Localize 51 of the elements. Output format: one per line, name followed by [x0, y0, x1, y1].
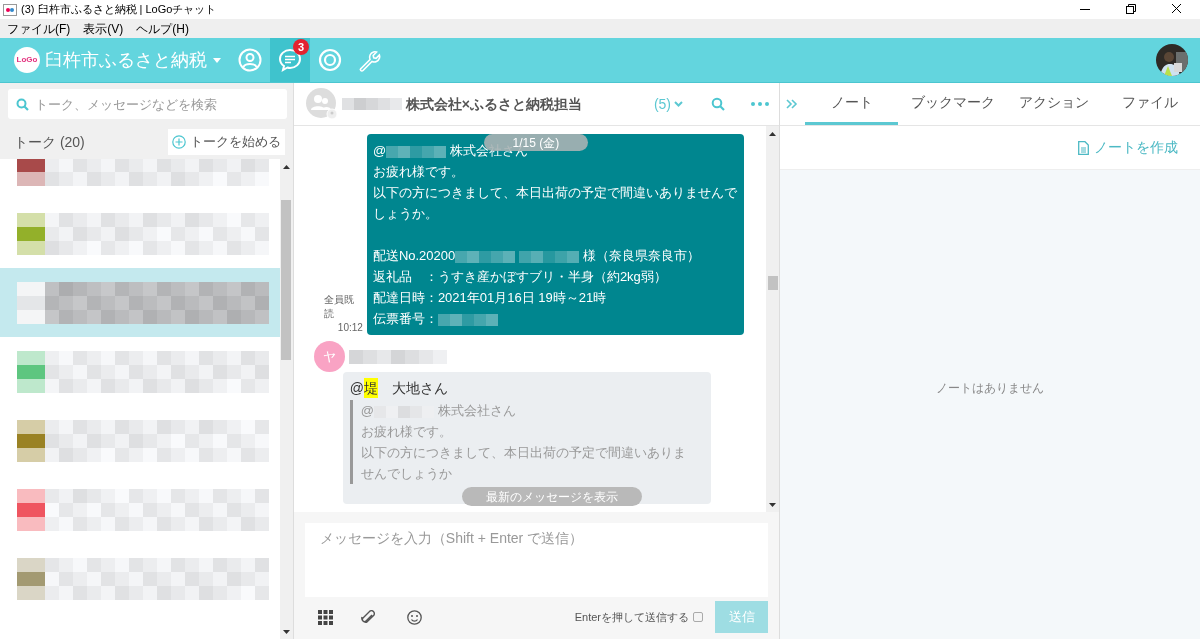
enter-to-send-checkbox[interactable]: [693, 612, 703, 622]
panel-tab[interactable]: ファイル: [1100, 83, 1200, 125]
settings-icon: [358, 48, 382, 72]
section-title: トーク (20): [14, 132, 85, 152]
caret-icon: [213, 57, 221, 63]
app-icon: [3, 3, 17, 16]
scroll-down-icon: [769, 503, 776, 507]
new-talk-button[interactable]: トークを始める: [167, 129, 285, 155]
scrollbar-thumb[interactable]: [281, 200, 292, 360]
search-field[interactable]: トーク、メッセージなどを検索: [8, 89, 287, 119]
scroll-down-icon: [282, 630, 290, 634]
empty-message: ノートはありません: [936, 379, 1044, 397]
user-avatar: ヤ: [313, 341, 345, 372]
nav-tab[interactable]: 3: [270, 38, 310, 82]
blurred-text: [519, 250, 580, 263]
paperclip-icon[interactable]: [360, 609, 375, 625]
scrollbar-thumb[interactable]: [767, 276, 778, 290]
blurred-text: [386, 145, 447, 158]
quoted-message: @ 株式会社さん お疲れ様です。 以下の方につきまして、本日出荷の予定で間違いありませんでしょうか: [349, 400, 690, 484]
blurred-text: [341, 98, 402, 110]
grid-icon[interactable]: [317, 609, 333, 625]
blurred-text: [455, 250, 516, 263]
chevron-down-icon: [674, 101, 683, 107]
scroll-up-icon: [282, 165, 290, 169]
blurred-text: [437, 313, 498, 326]
enter-to-send-label: Enterを押して送信する: [574, 609, 689, 625]
logo: LoGo: [14, 47, 40, 73]
message-time: 10:12: [337, 321, 363, 335]
message-input[interactable]: メッセージを入力（Shift + Enter で送信）: [304, 523, 768, 597]
notification-badge: 3: [293, 39, 309, 55]
more-icon[interactable]: [751, 102, 769, 106]
target-icon: [318, 48, 342, 72]
read-status: 全員既読: [323, 293, 355, 321]
person-icon: [238, 48, 262, 72]
menu-item[interactable]: ファイル(F): [7, 19, 71, 38]
panel-tab[interactable]: ブックマーク: [898, 83, 1008, 125]
panel-tab[interactable]: ノート: [805, 83, 898, 125]
window-title: (3) 臼杵市ふるさと納税 | LoGoチャット: [21, 2, 217, 18]
search-icon[interactable]: [711, 97, 725, 111]
scrollbar[interactable]: [766, 126, 779, 512]
plus-icon: [171, 135, 186, 149]
group-avatar-icon: [305, 88, 338, 120]
menu-item[interactable]: ヘルプ(H): [136, 19, 189, 38]
collapse-icon[interactable]: [786, 99, 798, 109]
menu-item[interactable]: 表示(V): [83, 19, 124, 38]
panel-tab[interactable]: アクション: [1008, 83, 1100, 125]
document-icon: [1078, 140, 1089, 155]
smiley-icon[interactable]: [406, 609, 422, 625]
search-icon: [16, 98, 29, 111]
chat-title: 株式会社×ふるさと納税担当: [341, 93, 583, 115]
scroll-up-icon: [769, 132, 776, 136]
